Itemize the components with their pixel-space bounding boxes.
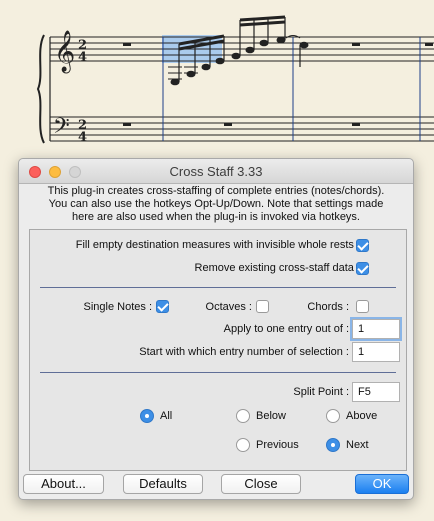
radio-below[interactable] xyxy=(236,409,250,423)
single-notes-label: Single Notes : xyxy=(83,301,152,313)
about-button[interactable]: About... xyxy=(23,474,104,494)
chords-checkbox[interactable] xyxy=(356,300,369,313)
title-bar[interactable]: Cross Staff 3.33 xyxy=(19,159,413,184)
start-entry-input[interactable]: 1 xyxy=(352,342,400,362)
remove-existing-label: Remove existing cross-staff data : xyxy=(194,262,360,274)
close-button[interactable]: Close xyxy=(221,474,301,494)
radio-next-label[interactable]: Next xyxy=(346,439,369,451)
description-line-1: This plug-in creates cross-staffing of c… xyxy=(47,185,385,197)
chords-label: Chords : xyxy=(307,301,349,313)
radio-previous-label[interactable]: Previous xyxy=(256,439,299,451)
fill-empty-label: Fill empty destination measures with inv… xyxy=(75,239,360,251)
description-line-2: You can also use the hotkeys Opt-Up/Down… xyxy=(48,198,384,210)
split-point-input[interactable]: F5 xyxy=(352,382,400,402)
radio-all-label[interactable]: All xyxy=(160,410,172,422)
treble-staff xyxy=(50,36,434,62)
radio-above-label[interactable]: Above xyxy=(346,410,377,422)
window-title: Cross Staff 3.33 xyxy=(169,164,263,179)
bass-clef-icon: 𝄢 xyxy=(53,114,70,144)
ok-button[interactable]: OK xyxy=(355,474,409,494)
defaults-button[interactable]: Defaults xyxy=(123,474,203,494)
apply-one-of-input[interactable]: 1 xyxy=(352,319,400,339)
single-notes-checkbox[interactable] xyxy=(156,300,169,313)
start-entry-label: Start with which entry number of selecti… xyxy=(139,346,349,358)
brace xyxy=(36,34,45,144)
radio-above[interactable] xyxy=(326,409,340,423)
divider-top xyxy=(40,287,396,288)
radio-below-label[interactable]: Below xyxy=(256,410,286,422)
remove-existing-checkbox[interactable] xyxy=(356,262,369,275)
description-line-3: here are also used when the plug-in is i… xyxy=(71,211,360,223)
radio-all[interactable] xyxy=(140,409,154,423)
apply-one-of-label: Apply to one entry out of : xyxy=(223,323,349,335)
time-sig-bass-bottom: 4 xyxy=(78,130,87,145)
octaves-checkbox[interactable] xyxy=(256,300,269,313)
score-view[interactable]: 𝄞 𝄢 2 4 2 4 xyxy=(0,0,434,150)
description: This plug-in creates cross-staffing of c… xyxy=(25,185,407,224)
cross-staff-dialog: Cross Staff 3.33 This plug-in creates cr… xyxy=(18,158,414,500)
octaves-label: Octaves : xyxy=(205,301,252,313)
split-point-label: Split Point : xyxy=(293,386,349,398)
treble-clef-icon: 𝄞 xyxy=(54,30,75,73)
fill-empty-checkbox[interactable] xyxy=(356,239,369,252)
radio-next[interactable] xyxy=(326,438,340,452)
options-panel: Fill empty destination measures with inv… xyxy=(29,229,407,471)
radio-previous[interactable] xyxy=(236,438,250,452)
time-sig-treble-bottom: 4 xyxy=(78,50,87,65)
bass-staff xyxy=(50,116,434,142)
divider-bottom xyxy=(40,372,396,373)
